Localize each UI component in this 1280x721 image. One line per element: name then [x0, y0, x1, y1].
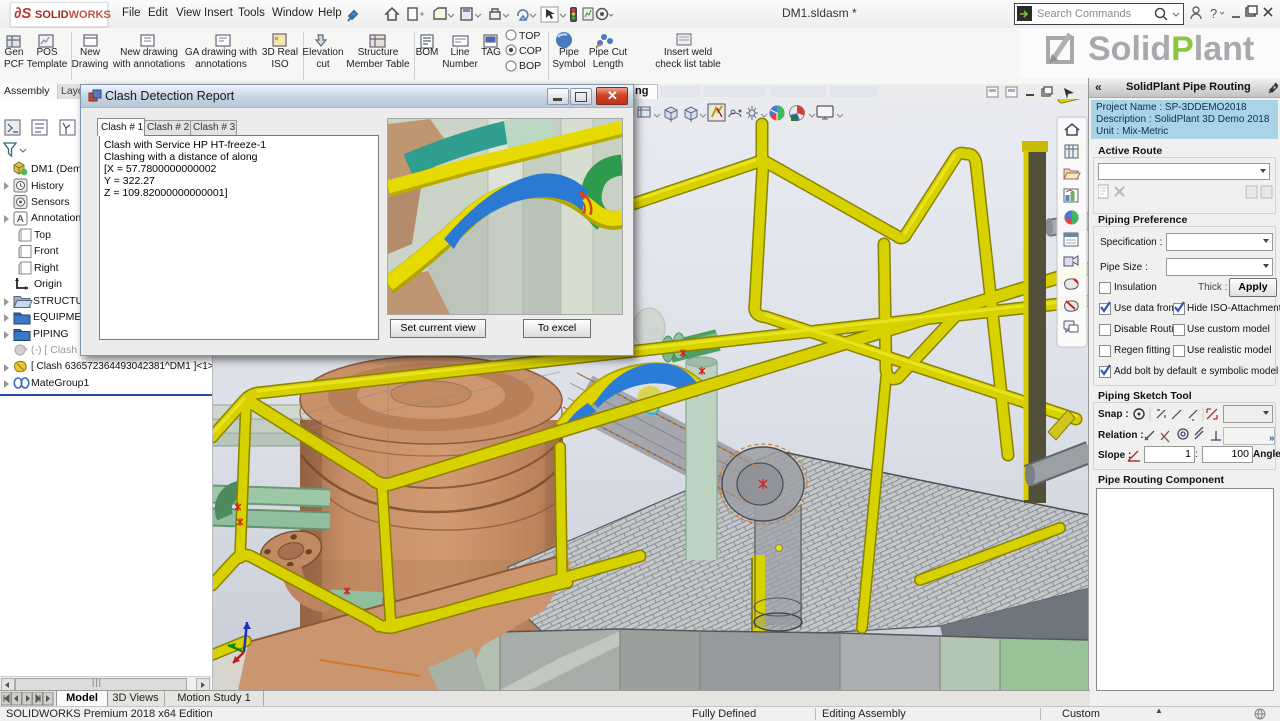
svg-text:A: A [17, 214, 24, 225]
svg-text:?: ? [1210, 6, 1217, 21]
